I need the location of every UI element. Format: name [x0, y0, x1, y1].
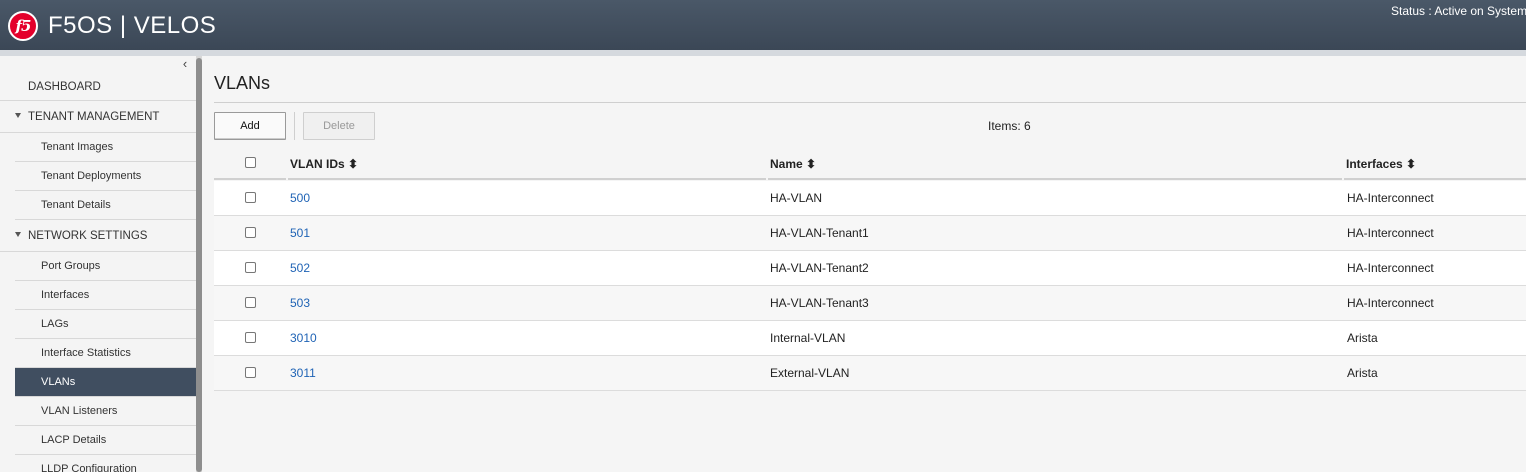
row-checkbox[interactable] [245, 297, 256, 308]
sidebar-item-label: Tenant Details [41, 199, 111, 211]
delete-button[interactable]: Delete [303, 112, 375, 140]
row-checkbox[interactable] [245, 367, 256, 378]
top-header [0, 0, 1526, 50]
page-title: VLANs [214, 73, 271, 93]
vlan-interfaces: HA-Interconnect [1347, 226, 1434, 240]
row-checkbox[interactable] [245, 227, 256, 238]
row-checkbox[interactable] [245, 192, 256, 203]
vlan-id-link[interactable]: 501 [290, 226, 310, 240]
vlan-id-link[interactable]: 500 [290, 191, 310, 205]
row-checkbox[interactable] [245, 262, 256, 273]
table-row[interactable]: 500 HA-VLAN HA-Interconnect [214, 181, 1526, 216]
sidebar-item-tenant-images[interactable]: Tenant Images [15, 133, 196, 162]
sidebar-item-label: LLDP Configuration [41, 463, 137, 472]
sidebar-item-label: Interface Statistics [41, 347, 131, 359]
sidebar-item-lacp-details[interactable]: LACP Details [15, 426, 196, 455]
title-divider [214, 102, 1526, 103]
vlan-name: HA-VLAN-Tenant2 [770, 261, 869, 275]
sidebar-item-tenant-details[interactable]: Tenant Details [15, 191, 196, 220]
sidebar-item-label: NETWORK SETTINGS [28, 229, 148, 242]
vlan-id-link[interactable]: 503 [290, 296, 310, 310]
column-header-name[interactable]: Name ⬍ [770, 157, 816, 171]
sidebar-item-lldp-configuration[interactable]: LLDP Configuration [15, 455, 196, 472]
column-divider [1344, 178, 1526, 180]
sidebar-item-label: LAGs [41, 318, 69, 330]
caret-down-icon [15, 113, 21, 118]
items-count: Items: 6 [988, 119, 1031, 133]
sidebar-item-label: VLANs [41, 376, 76, 388]
sidebar-item-label: VLAN Listeners [41, 405, 118, 417]
sidebar: ‹ DASHBOARD TENANT MANAGEMENT Tenant Ima… [0, 56, 196, 472]
table-row[interactable]: 503 HA-VLAN-Tenant3 HA-Interconnect [214, 286, 1526, 321]
f5-logo-icon: f5 [8, 11, 38, 41]
add-button[interactable]: Add [214, 112, 286, 140]
sidebar-item-lags[interactable]: LAGs [15, 310, 196, 339]
row-checkbox[interactable] [245, 332, 256, 343]
vlan-interfaces: HA-Interconnect [1347, 261, 1434, 275]
table-row[interactable]: 3010 Internal-VLAN Arista [214, 321, 1526, 356]
sidebar-item-port-groups[interactable]: Port Groups [15, 252, 196, 281]
sidebar-item-label: Tenant Deployments [41, 170, 142, 182]
table-row[interactable]: 3011 External-VLAN Arista [214, 356, 1526, 391]
sidebar-item-vlan-listeners[interactable]: VLAN Listeners [15, 397, 196, 426]
vlan-interfaces: Arista [1347, 331, 1378, 345]
vlan-name: HA-VLAN-Tenant3 [770, 296, 869, 310]
sidebar-item-tenant-deployments[interactable]: Tenant Deployments [15, 162, 196, 191]
vlan-id-link[interactable]: 502 [290, 261, 310, 275]
vlan-name: HA-VLAN [770, 191, 823, 205]
sidebar-item-interfaces[interactable]: Interfaces [15, 281, 196, 310]
sidebar-item-label: LACP Details [41, 434, 107, 446]
sidebar-item-label: DASHBOARD [28, 80, 101, 93]
system-status: Status : Active on System [1391, 4, 1526, 18]
vlan-id-link[interactable]: 3011 [290, 366, 316, 380]
column-divider [288, 178, 766, 180]
toolbar-separator [294, 112, 295, 140]
sidebar-item-label: Interfaces [41, 289, 90, 301]
column-divider [768, 178, 1342, 180]
column-header-vlan-ids[interactable]: VLAN IDs ⬍ [290, 157, 358, 171]
table-row[interactable]: 502 HA-VLAN-Tenant2 HA-Interconnect [214, 251, 1526, 286]
vlan-id-link[interactable]: 3010 [290, 331, 317, 345]
vlan-name: HA-VLAN-Tenant1 [770, 226, 869, 240]
app-title: F5OS | VELOS [48, 12, 217, 39]
select-all-checkbox[interactable] [245, 157, 256, 168]
column-header-interfaces[interactable]: Interfaces ⬍ [1346, 157, 1416, 171]
sidebar-item-label: Tenant Images [41, 141, 114, 153]
sidebar-item-label: TENANT MANAGEMENT [28, 111, 160, 123]
vlan-interfaces: Arista [1347, 366, 1378, 380]
sidebar-item-dashboard[interactable]: DASHBOARD [0, 73, 196, 101]
logo-text: f5 [15, 17, 32, 35]
table-row[interactable]: 501 HA-VLAN-Tenant1 HA-Interconnect [214, 216, 1526, 251]
sidebar-item-vlans[interactable]: VLANs [15, 368, 196, 397]
sidebar-section-network-settings[interactable]: NETWORK SETTINGS [0, 220, 196, 252]
sidebar-section-tenant-management[interactable]: TENANT MANAGEMENT [0, 102, 196, 133]
column-divider [214, 178, 286, 180]
vlan-name: External-VLAN [770, 366, 850, 380]
sidebar-item-label: Port Groups [41, 260, 101, 272]
vlan-name: Internal-VLAN [770, 331, 846, 345]
vlan-interfaces: HA-Interconnect [1347, 191, 1434, 205]
sidebar-item-interface-statistics[interactable]: Interface Statistics [15, 339, 196, 368]
vlan-interfaces: HA-Interconnect [1347, 296, 1434, 310]
collapse-sidebar-icon[interactable]: ‹ [178, 57, 192, 71]
caret-down-icon [15, 232, 21, 237]
